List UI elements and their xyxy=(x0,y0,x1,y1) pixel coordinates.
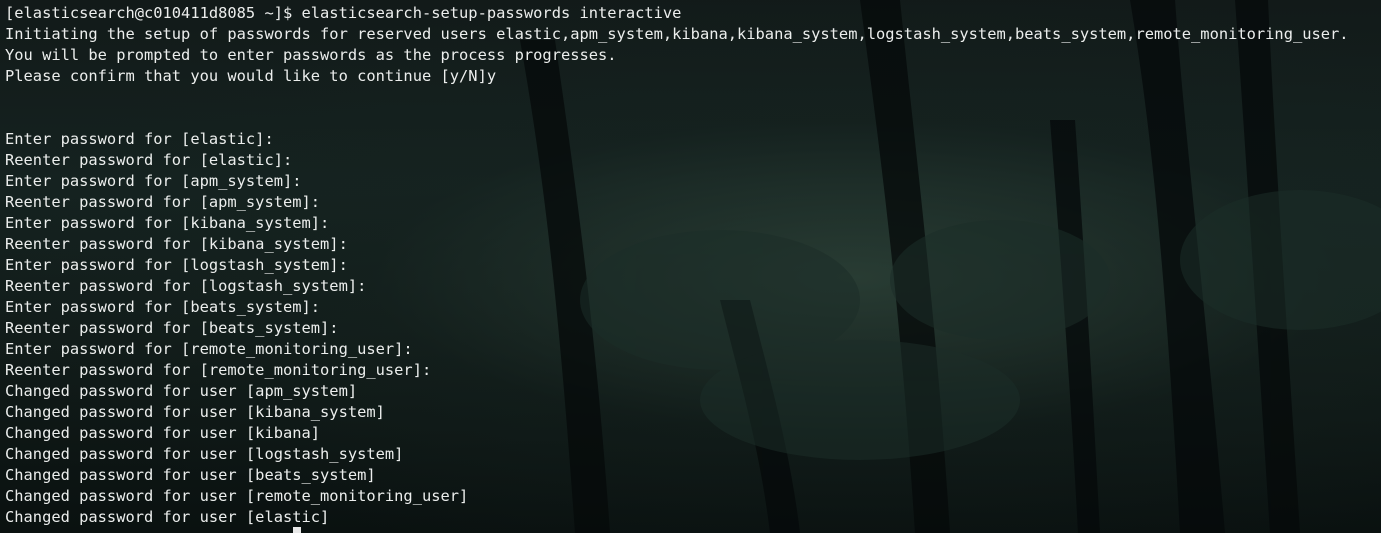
output-line: You will be prompted to enter passwords … xyxy=(5,46,617,64)
output-line xyxy=(5,108,1349,129)
output-line: Reenter password for [beats_system]: xyxy=(5,319,339,337)
output-line: Enter password for [elastic]: xyxy=(5,130,274,148)
text-cursor xyxy=(293,527,301,533)
output-line xyxy=(5,87,1349,108)
command-prompt-line: [elasticsearch@c010411d8085 ~]$ elastics… xyxy=(5,4,682,22)
output-line: Enter password for [remote_monitoring_us… xyxy=(5,340,413,358)
output-line: Enter password for [apm_system]: xyxy=(5,172,302,190)
terminal-window[interactable]: [elasticsearch@c010411d8085 ~]$ elastics… xyxy=(0,0,1381,533)
output-line: Initiating the setup of passwords for re… xyxy=(5,25,1349,43)
output-line: Enter password for [logstash_system]: xyxy=(5,256,348,274)
output-line: Please confirm that you would like to co… xyxy=(5,67,497,85)
output-line: Changed password for user [beats_system] xyxy=(5,466,376,484)
output-line: Changed password for user [kibana] xyxy=(5,424,321,442)
output-line: Enter password for [kibana_system]: xyxy=(5,214,330,232)
active-prompt-line[interactable] xyxy=(5,525,301,533)
output-line: Reenter password for [elastic]: xyxy=(5,151,293,169)
output-line: Changed password for user [apm_system] xyxy=(5,382,358,400)
output-line: Changed password for user [logstash_syst… xyxy=(5,445,404,463)
output-line: Enter password for [beats_system]: xyxy=(5,298,321,316)
output-line: Changed password for user [kibana_system… xyxy=(5,403,385,421)
terminal-output: [elasticsearch@c010411d8085 ~]$ elastics… xyxy=(5,3,1349,528)
output-line: Reenter password for [remote_monitoring_… xyxy=(5,361,432,379)
output-line: Reenter password for [apm_system]: xyxy=(5,193,321,211)
output-line: Changed password for user [remote_monito… xyxy=(5,487,469,505)
output-line: Reenter password for [logstash_system]: xyxy=(5,277,367,295)
output-line: Reenter password for [kibana_system]: xyxy=(5,235,348,253)
